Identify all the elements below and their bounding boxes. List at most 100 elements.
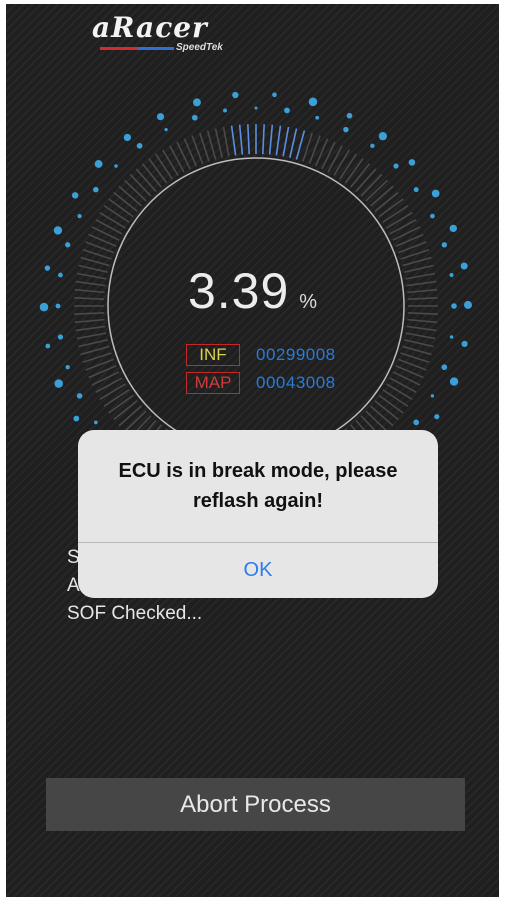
gauge-tick [238, 124, 244, 155]
gauge-tick [268, 124, 274, 155]
gauge-tick [123, 179, 147, 202]
gauge-tick [155, 153, 173, 180]
gauge-dot [164, 127, 168, 132]
gauge-dot [136, 142, 143, 149]
gauge-dot [94, 160, 103, 168]
gauge-tick [400, 352, 430, 364]
gauge-tick [374, 400, 399, 421]
gauge-dot [45, 343, 51, 349]
gauge-tick [95, 219, 123, 235]
gauge-dot [430, 213, 435, 219]
gauge-tick [113, 400, 138, 421]
gauge-dot [449, 224, 457, 233]
inf-row: INF 00299008 [186, 344, 386, 366]
gauge-dot [449, 377, 459, 386]
gauge-dot [76, 393, 83, 399]
gauge-tick [108, 394, 134, 414]
map-row: MAP 00043008 [186, 372, 386, 394]
gauge-tick [99, 383, 126, 401]
map-value: 00043008 [256, 373, 336, 392]
gauge-dot [315, 115, 320, 120]
map-tag: MAP [186, 372, 240, 394]
gauge-tick [148, 158, 168, 184]
gauge-tick [82, 352, 112, 364]
gauge-tick [78, 339, 108, 348]
gauge-dot [346, 112, 353, 119]
gauge-tick [262, 124, 265, 155]
gauge-dot [343, 126, 349, 133]
gauge-dot [77, 213, 82, 219]
gauge-tick [141, 163, 162, 188]
gauge-tick [350, 163, 371, 188]
gauge-tick [382, 205, 409, 223]
gauge-tick [206, 130, 217, 160]
gauge-tick [386, 383, 413, 401]
gauge-dot [223, 108, 227, 113]
progress-percent-unit: % [299, 291, 318, 313]
alert-dialog: ECU is in break mode, please reflash aga… [78, 430, 438, 598]
gauge-dot [114, 164, 118, 168]
gauge-tick [222, 126, 230, 157]
gauge-tick [302, 132, 314, 162]
gauge-tick [404, 339, 434, 348]
gauge-tick [75, 325, 106, 332]
gauge-tick [118, 185, 143, 207]
gauge-tick [99, 211, 126, 229]
gauge-dot [441, 242, 447, 248]
gauge-tick [406, 325, 437, 332]
gauge-dot [191, 114, 198, 121]
gauge-dot [408, 159, 416, 166]
gauge-tick [378, 198, 404, 218]
gauge-tick [247, 124, 250, 155]
gauge-tick [169, 145, 185, 173]
progress-percent-value: 3.39 [187, 263, 290, 319]
gauge-tick [369, 405, 394, 427]
gauge-tick [382, 389, 409, 407]
gauge-tick [230, 125, 237, 156]
gauge-tick [118, 405, 143, 427]
gauge-tick [344, 158, 364, 184]
gauge-tick [295, 130, 306, 160]
gauge-dot [93, 420, 98, 425]
log-line: SOF Checked... [67, 603, 203, 624]
gauge-tick [360, 173, 383, 197]
gauge-tick [369, 185, 394, 207]
gauge-dot [73, 415, 80, 422]
gauge-tick [129, 173, 152, 197]
gauge-tick [386, 211, 413, 229]
gauge-tick [135, 168, 157, 193]
alert-ok-button[interactable]: OK [78, 543, 438, 598]
gauge-dot [413, 187, 419, 193]
gauge-dot [254, 106, 258, 110]
gauge-tick [80, 345, 110, 356]
gauge-dot [431, 189, 440, 198]
inf-value: 00299008 [256, 345, 336, 364]
alert-message: ECU is in break mode, please reflash aga… [118, 460, 398, 512]
gauge-tick [374, 191, 399, 212]
gauge-tick [355, 168, 377, 193]
gauge-tick [389, 219, 417, 235]
inf-tag: INF [186, 344, 240, 366]
gauge-dot [232, 91, 239, 99]
gauge-tick [95, 377, 123, 393]
gauge-tick [275, 125, 282, 156]
gauge-tick [389, 377, 417, 393]
gauge-dot [93, 186, 99, 193]
gauge-tick [76, 332, 107, 340]
gauge-dot [449, 335, 454, 339]
gauge-tick [289, 128, 298, 158]
gauge-tick [327, 145, 343, 173]
app-screen: aRacer SpeedTek 3.39% INF 00299008 MAP 0… [6, 4, 499, 897]
gauge-dot [461, 340, 468, 347]
gauge-tick [214, 128, 223, 158]
gauge-tick [365, 410, 389, 433]
abort-process-button[interactable]: Abort Process [46, 778, 465, 831]
progress-readout: 3.39% [6, 262, 499, 322]
gauge-tick [365, 179, 389, 202]
gauge-dot [393, 163, 399, 169]
gauge-tick [108, 198, 134, 218]
gauge-dot [65, 365, 70, 370]
gauge-dot [65, 242, 71, 248]
gauge-dot [284, 107, 290, 114]
gauge-dot [378, 132, 388, 141]
